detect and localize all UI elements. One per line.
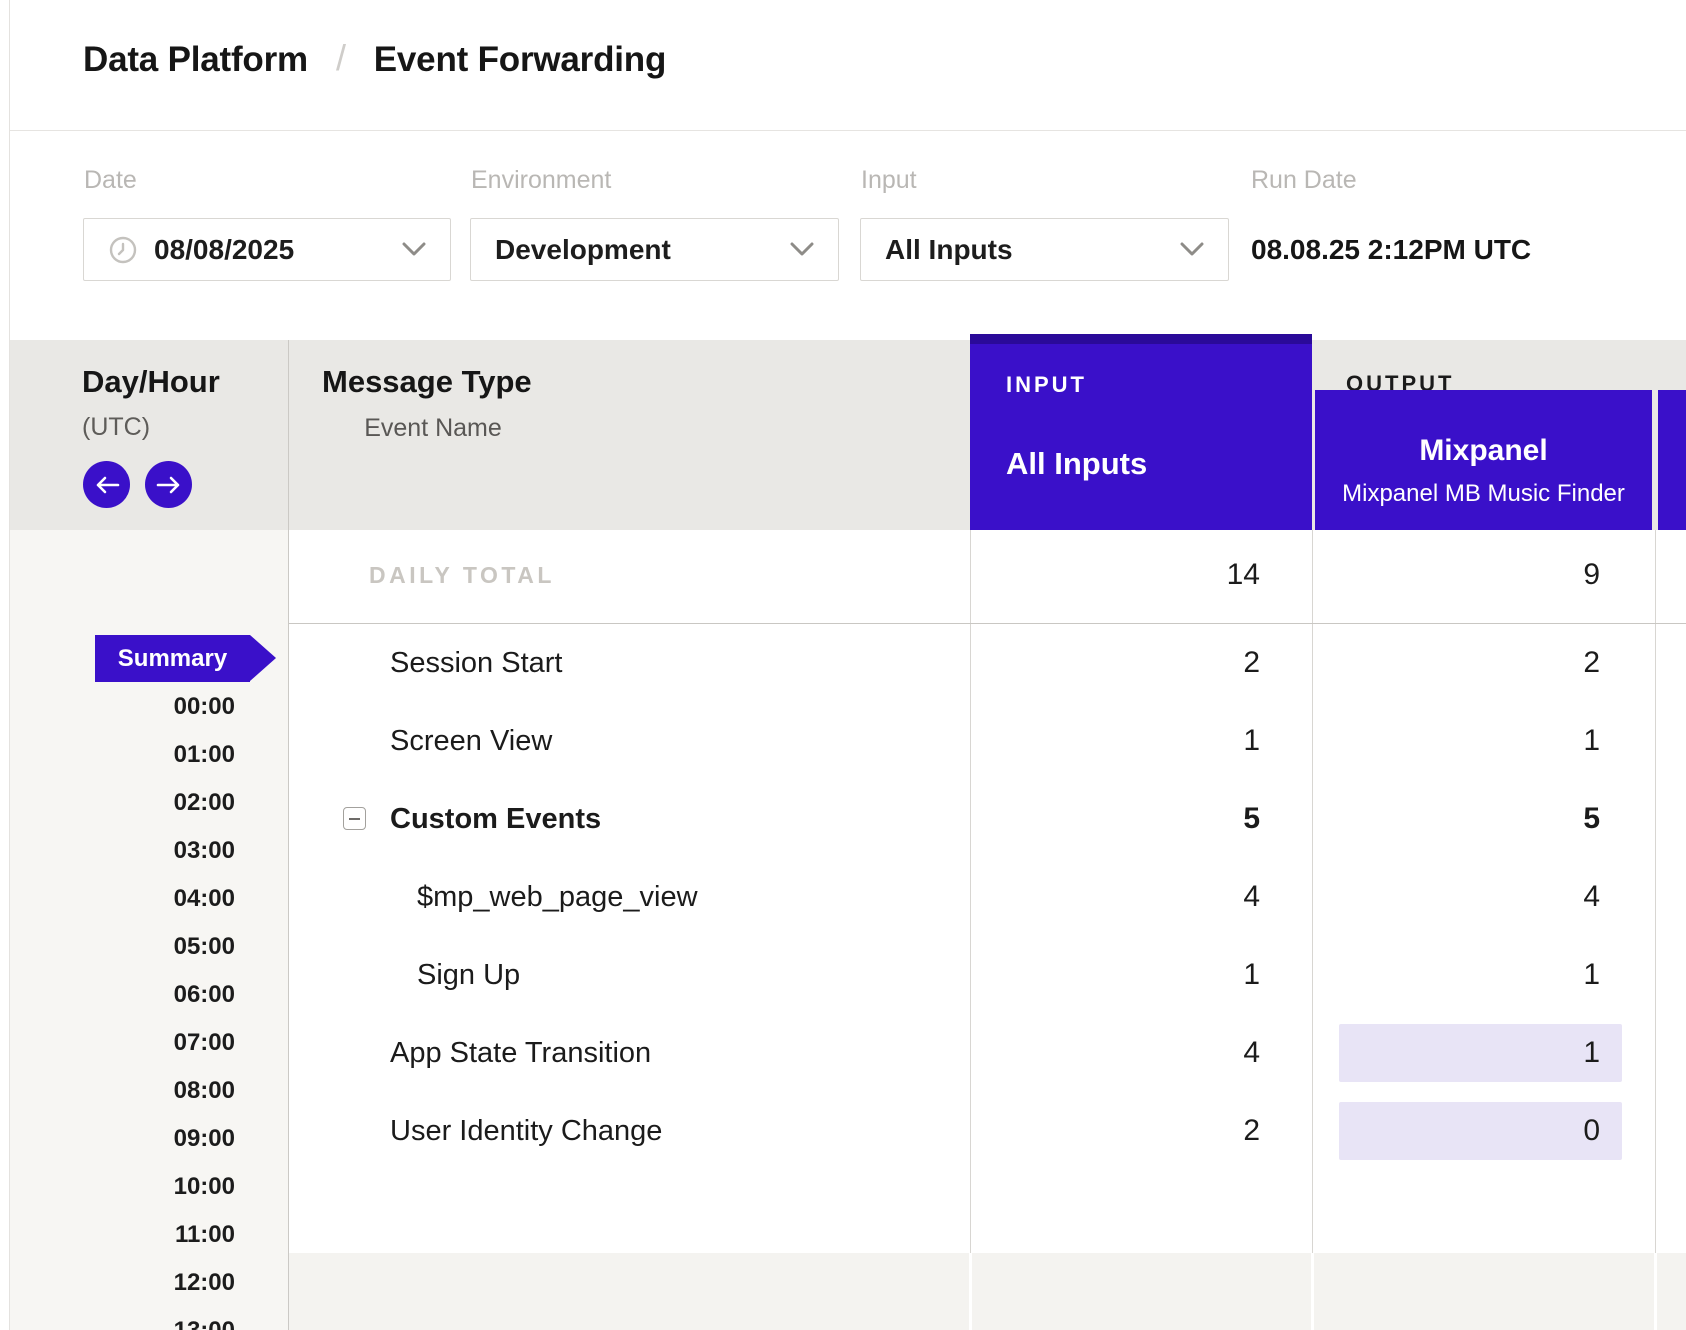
output-column-title: Mixpanel (1315, 434, 1652, 468)
hour-label[interactable]: 12:00 (10, 1259, 235, 1307)
summary-label: Summary (118, 645, 227, 673)
input-column-header[interactable]: INPUT All Inputs (970, 334, 1312, 530)
input-count-cell: 2 (970, 1092, 1260, 1170)
breadcrumb: Data Platform / Event Forwarding (83, 30, 666, 90)
chevron-down-icon (1180, 242, 1204, 257)
hours-list: 00:0001:0002:0003:0004:0005:0006:0007:00… (10, 683, 235, 1330)
summary-badge-arrow (250, 635, 276, 681)
input-filter-label: Input (861, 166, 917, 195)
event-name-cell: Screen View (390, 702, 552, 780)
summary-row-badge[interactable]: Summary (95, 635, 250, 682)
hour-label[interactable]: 09:00 (10, 1115, 235, 1163)
output-count-cell: 5 (1312, 780, 1600, 858)
hour-label[interactable]: 05:00 (10, 923, 235, 971)
hour-label[interactable]: 13:00 (10, 1307, 235, 1330)
input-select[interactable]: All Inputs (860, 218, 1229, 281)
next-day-button[interactable] (145, 461, 192, 508)
output-count-cell: 1 (1312, 1014, 1600, 1092)
event-name-cell: Session Start (390, 624, 562, 702)
output-count-cell: 0 (1312, 1092, 1600, 1170)
input-select-value: All Inputs (885, 234, 1013, 266)
date-select-value: 08/08/2025 (154, 234, 294, 266)
hour-label[interactable]: 04:00 (10, 875, 235, 923)
date-filter-label: Date (84, 166, 137, 195)
hour-label[interactable]: 07:00 (10, 1019, 235, 1067)
date-select[interactable]: 08/08/2025 (83, 218, 451, 281)
hour-label[interactable]: 00:00 (10, 683, 235, 731)
run-date-label: Run Date (1251, 166, 1357, 195)
message-type-header: Message Type (322, 364, 532, 400)
daily-total-label: DAILY TOTAL (369, 562, 555, 589)
table-footer-band (289, 1253, 1686, 1330)
footer-column-gap (1654, 1253, 1657, 1330)
environment-select[interactable]: Development (470, 218, 839, 281)
event-name-cell: Sign Up (417, 936, 520, 1014)
output-column-header-partial[interactable] (1658, 390, 1686, 530)
hour-label[interactable]: 10:00 (10, 1163, 235, 1211)
event-name-cell: $mp_web_page_view (417, 858, 698, 936)
breadcrumb-separator: / (336, 37, 346, 79)
table-row: Screen View 1 1 (0, 702, 1686, 780)
output-column-subtitle: Mixpanel MB Music Finder (1315, 480, 1652, 508)
table-row: $mp_web_page_view 4 4 (0, 858, 1686, 936)
clock-icon (108, 235, 138, 265)
chevron-down-icon (790, 242, 814, 257)
input-count-cell: 1 (970, 702, 1260, 780)
arrow-right-icon (156, 475, 182, 495)
breadcrumb-data-platform[interactable]: Data Platform (83, 40, 308, 80)
footer-column-gap (969, 1253, 972, 1330)
output-column-header-mixpanel[interactable]: Mixpanel Mixpanel MB Music Finder (1315, 390, 1652, 530)
header-divider (10, 130, 1686, 131)
run-date-value: 08.08.25 2:12PM UTC (1251, 218, 1531, 281)
collapse-icon[interactable] (343, 807, 366, 830)
table-row: App State Transition 4 1 (0, 1014, 1686, 1092)
input-column-accent-strip (970, 334, 1312, 344)
input-section-label: INPUT (1006, 372, 1087, 398)
input-column-title: All Inputs (1006, 446, 1147, 482)
table-row: Sign Up 1 1 (0, 936, 1686, 1014)
input-count-cell: 1 (970, 936, 1260, 1014)
event-name-cell: User Identity Change (390, 1092, 662, 1170)
table-row: Custom Events 5 5 (0, 780, 1686, 858)
hour-label[interactable]: 08:00 (10, 1067, 235, 1115)
environment-select-value: Development (495, 234, 671, 266)
chevron-down-icon (402, 242, 426, 257)
footer-column-gap (1311, 1253, 1314, 1330)
environment-filter-label: Environment (471, 166, 611, 195)
output-count-cell: 4 (1312, 858, 1600, 936)
input-count-cell: 4 (970, 858, 1260, 936)
daily-total-output-count: 9 (1312, 558, 1600, 592)
event-name-subheader: Event Name (322, 414, 544, 443)
hour-label[interactable]: 06:00 (10, 971, 235, 1019)
hour-label[interactable]: 02:00 (10, 779, 235, 827)
output-count-cell: 1 (1312, 702, 1600, 780)
event-name-cell: Custom Events (390, 780, 601, 858)
arrow-left-icon (94, 475, 120, 495)
table-row: User Identity Change 2 0 (0, 1092, 1686, 1170)
breadcrumb-event-forwarding[interactable]: Event Forwarding (374, 40, 666, 80)
output-count-cell: 2 (1312, 624, 1600, 702)
hour-label[interactable]: 03:00 (10, 827, 235, 875)
input-count-cell: 2 (970, 624, 1260, 702)
input-count-cell: 5 (970, 780, 1260, 858)
previous-day-button[interactable] (83, 461, 130, 508)
hour-label[interactable]: 11:00 (10, 1211, 235, 1259)
hour-label[interactable]: 01:00 (10, 731, 235, 779)
event-forwarding-page: Data Platform / Event Forwarding Date En… (0, 0, 1686, 1330)
event-name-cell: App State Transition (390, 1014, 651, 1092)
timezone-label: (UTC) (82, 413, 150, 442)
output-count-cell: 1 (1312, 936, 1600, 1014)
day-hour-header: Day/Hour (82, 364, 220, 400)
event-rows: Session Start 2 2 Screen View 1 1 Custom… (0, 624, 1686, 1170)
input-count-cell: 4 (970, 1014, 1260, 1092)
daily-total-input-count: 14 (970, 558, 1260, 592)
